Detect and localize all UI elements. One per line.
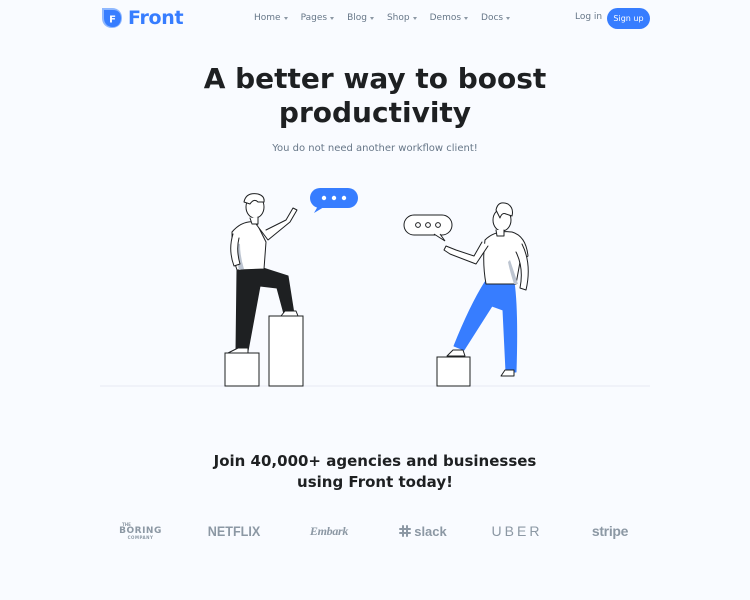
- brands-title-line: Join 40,000+ agencies and businesses: [213, 452, 537, 470]
- pedestal-small-left: [224, 352, 260, 387]
- brand-logo-netflix: NETFLIX: [207, 523, 261, 539]
- speech-bubble-outline: [403, 214, 453, 242]
- chevron-down-icon: [412, 16, 417, 20]
- brand-logo-embark: Embark: [309, 523, 349, 538]
- svg-text:F: F: [109, 15, 116, 26]
- nav-item-shop[interactable]: Shop: [387, 13, 417, 23]
- slack-hash-icon: [399, 525, 412, 537]
- nav-item-label: Pages: [300, 13, 328, 23]
- people-talking-illustration: [100, 188, 650, 387]
- chevron-down-icon: [330, 16, 335, 20]
- hero-illustration: [100, 180, 650, 390]
- main-nav: Home Pages Blog Shop Demos Docs: [254, 13, 523, 23]
- brand-text: COMPANY: [127, 534, 154, 540]
- nav-item-demos[interactable]: Demos: [429, 13, 469, 23]
- brand-text: slack: [414, 523, 447, 539]
- brand-logo-uber: UBER: [491, 523, 543, 539]
- nav-item-blog[interactable]: Blog: [347, 13, 374, 23]
- speech-bubble-blue: [310, 188, 358, 213]
- brand-logo-slack: slack: [397, 515, 449, 547]
- nav-item-label: Shop: [386, 13, 410, 23]
- nav-item-docs[interactable]: Docs: [481, 13, 511, 23]
- login-link[interactable]: Log in: [575, 12, 602, 22]
- pedestal-small-right: [436, 356, 471, 387]
- brands-title: Join 40,000+ agencies and businesses usi…: [0, 451, 750, 493]
- chevron-down-icon: [369, 16, 374, 20]
- hero-title: A better way to boost productivity: [0, 62, 750, 130]
- brand-logo-stripe: stripe: [591, 523, 629, 539]
- chevron-down-icon: [464, 16, 469, 20]
- logo-icon: F: [101, 7, 123, 29]
- hero-subtitle: You do not need another workflow client!: [272, 143, 478, 154]
- nav-item-label: Home: [254, 13, 281, 23]
- pedestal-tall-left: [268, 315, 304, 387]
- brands-title-line: using Front today!: [297, 473, 453, 491]
- brand-logos: THE BORING COMPANY NETFLIX Embark slack …: [100, 515, 650, 547]
- chevron-down-icon: [283, 16, 288, 20]
- hero-title-line: A better way to boost: [203, 62, 547, 95]
- logo[interactable]: F Front: [101, 7, 184, 29]
- nav-item-pages[interactable]: Pages: [300, 13, 335, 23]
- logo-text: Front: [128, 7, 184, 29]
- nav-item-label: Docs: [481, 13, 504, 23]
- chevron-down-icon: [506, 16, 511, 20]
- signup-button[interactable]: Sign up: [607, 8, 650, 29]
- person-right: [443, 202, 529, 377]
- brand-logo-boring-company: THE BORING COMPANY: [118, 515, 163, 547]
- nav-item-label: Blog: [347, 13, 367, 23]
- hero-title-line: productivity: [278, 96, 472, 129]
- nav-item-label: Demos: [429, 13, 462, 23]
- nav-item-home[interactable]: Home: [254, 13, 288, 23]
- site-header: F Front Home Pages Blog Shop Demos Docs: [0, 0, 750, 38]
